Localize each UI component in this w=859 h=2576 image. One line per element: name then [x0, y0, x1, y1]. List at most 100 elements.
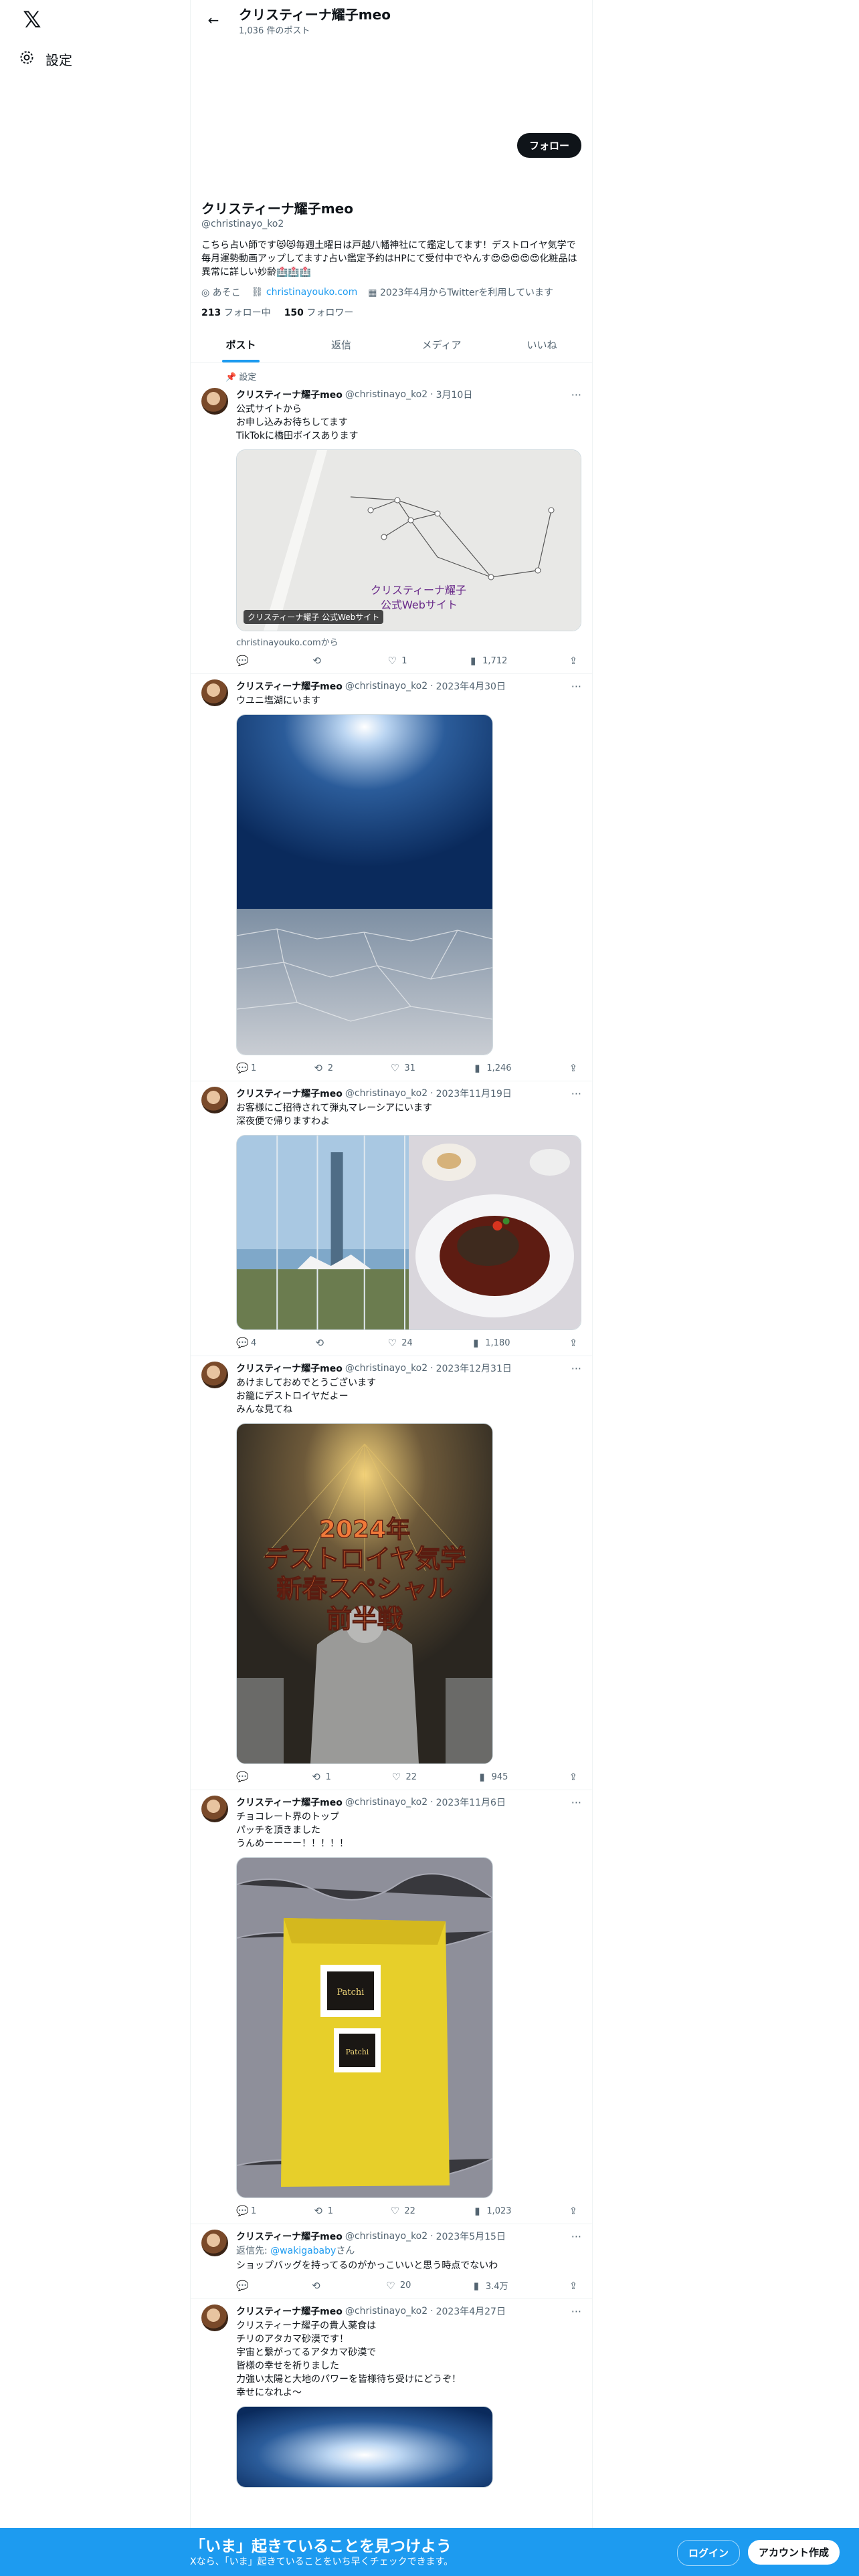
tweet-date[interactable]: 2023年12月31日: [436, 1362, 512, 1375]
tweet-photo[interactable]: Patchi Patchi: [236, 1857, 493, 2198]
views-button[interactable]: ▮ 945: [477, 1771, 508, 1783]
more-icon[interactable]: ···: [571, 2305, 581, 2318]
tweet[interactable]: クリスティーナ耀子meo @christinayo_ko2 · 3月10日 ··…: [191, 383, 592, 674]
link-card[interactable]: クリスティーナ耀子 公式Webサイト クリスティーナ耀子 公式Webサイト: [236, 449, 581, 631]
tweet-date[interactable]: 2023年5月15日: [436, 2230, 506, 2243]
building-photo[interactable]: [237, 1136, 409, 1329]
tweet[interactable]: クリスティーナ耀子meo @christinayo_ko2 · 2023年4月3…: [191, 674, 592, 1081]
tweet-date[interactable]: 2023年11月19日: [436, 1087, 512, 1100]
avatar[interactable]: [201, 1087, 228, 1113]
retweet-button[interactable]: ⟲: [310, 2279, 325, 2292]
tab-media[interactable]: メディア: [391, 327, 492, 362]
profile-info: フォロー クリスティーナ耀子meo @christinayo_ko2 こちら占い…: [191, 133, 592, 319]
reply-to-link[interactable]: @wakigababy: [270, 2246, 336, 2256]
tweet-author-name[interactable]: クリスティーナ耀子meo: [236, 679, 343, 693]
tweet-photo[interactable]: 2024年 デストロイヤ気学 新春スペシャル 前半戦: [236, 1423, 493, 1764]
like-button[interactable]: ♡ 22: [391, 1771, 417, 1783]
followers-link[interactable]: 150 フォロワー: [284, 306, 354, 319]
follow-button[interactable]: フォロー: [516, 133, 581, 158]
like-button[interactable]: ♡ 31: [389, 1062, 415, 1074]
reply-button[interactable]: 💬 1: [236, 1062, 256, 1074]
tweet-author-handle[interactable]: @christinayo_ko2: [345, 1797, 427, 1808]
share-button[interactable]: ⇪: [568, 655, 579, 667]
avatar[interactable]: [201, 679, 228, 706]
retweet-button[interactable]: ⟲: [312, 655, 326, 667]
tweet[interactable]: クリスティーナ耀子meo @christinayo_ko2 · 2023年11月…: [191, 1790, 592, 2224]
tweet-author-handle[interactable]: @christinayo_ko2: [345, 1088, 427, 1099]
more-icon[interactable]: ···: [571, 1796, 581, 1809]
back-arrow-icon[interactable]: ←: [201, 8, 225, 32]
tweet-author-handle[interactable]: @christinayo_ko2: [345, 2231, 427, 2242]
retweet-button[interactable]: ⟲ 1: [313, 2205, 333, 2217]
reply-button[interactable]: 💬: [236, 2279, 251, 2292]
reply-button[interactable]: 💬: [236, 1771, 251, 1783]
share-button[interactable]: ⇪: [568, 1062, 579, 1074]
tweet-text: クリスティーナ耀子の貴人薬食は チリのアタカマ砂漠です！ 宇宙と繋がってるアタカ…: [236, 2321, 461, 2398]
share-button[interactable]: ⇪: [568, 2205, 579, 2217]
tweet-date[interactable]: 3月10日: [436, 388, 473, 401]
poster-line-4: 前半戦: [326, 1604, 403, 1634]
like-button[interactable]: ♡ 1: [387, 655, 407, 667]
more-icon[interactable]: ···: [571, 680, 581, 693]
x-logo-icon[interactable]: 𝕏: [19, 7, 45, 33]
share-button[interactable]: ⇪: [568, 2279, 579, 2292]
tweet[interactable]: クリスティーナ耀子meo @christinayo_ko2 · 2023年12月…: [191, 1356, 592, 1790]
following-link[interactable]: 213 フォロー中: [201, 306, 271, 319]
avatar[interactable]: [201, 388, 228, 415]
tweet-author-name[interactable]: クリスティーナ耀子meo: [236, 1796, 343, 1809]
tweet-author-handle[interactable]: @christinayo_ko2: [345, 681, 427, 691]
more-icon[interactable]: ···: [571, 389, 581, 401]
tweet-date[interactable]: 2023年4月30日: [436, 679, 506, 693]
reply-button[interactable]: 💬 4: [236, 1337, 256, 1349]
tweet-author-handle[interactable]: @christinayo_ko2: [345, 1363, 427, 1374]
views-button[interactable]: ▮ 1,180: [470, 1337, 510, 1349]
sidebar-item-settings[interactable]: 設定: [19, 47, 72, 71]
views-button[interactable]: ▮ 1,023: [472, 2205, 511, 2217]
avatar[interactable]: [201, 2304, 228, 2331]
signup-button[interactable]: アカウント作成: [748, 2540, 840, 2565]
tweet-author-name[interactable]: クリスティーナ耀子meo: [236, 2304, 343, 2318]
share-button[interactable]: ⇪: [568, 1337, 579, 1349]
location-pin-icon: ◎: [201, 288, 210, 298]
dinner-photo[interactable]: [409, 1136, 581, 1329]
tab-likes[interactable]: いいね: [492, 327, 592, 362]
reply-button[interactable]: 💬 1: [236, 2205, 256, 2217]
retweet-button[interactable]: ⟲: [314, 1337, 329, 1349]
tweet-author-name[interactable]: クリスティーナ耀子meo: [236, 1362, 343, 1375]
tweet-photo[interactable]: [236, 714, 493, 1055]
tweet-author-name[interactable]: クリスティーナ耀子meo: [236, 388, 343, 401]
card-source[interactable]: christinayouko.comから: [236, 635, 581, 648]
tweet[interactable]: クリスティーナ耀子meo @christinayo_ko2 · 2023年5月1…: [191, 2224, 592, 2299]
like-button[interactable]: ♡ 22: [389, 2205, 415, 2217]
tweet-author-name[interactable]: クリスティーナ耀子meo: [236, 2230, 343, 2243]
tweet-date[interactable]: 2023年11月6日: [436, 1796, 506, 1809]
website-link[interactable]: christinayouko.com: [266, 287, 357, 298]
website-item[interactable]: ⛓ christinayouko.com: [252, 287, 358, 298]
login-button[interactable]: ログイン: [677, 2540, 741, 2566]
avatar[interactable]: [201, 1362, 228, 1388]
like-button[interactable]: ♡ 24: [387, 1337, 413, 1349]
retweet-button[interactable]: ⟲ 2: [313, 1062, 333, 1074]
views-button[interactable]: ▮ 3.4万: [471, 2279, 508, 2292]
reply-button[interactable]: 💬: [236, 655, 251, 667]
tweet[interactable]: クリスティーナ耀子meo @christinayo_ko2 · 2023年4月2…: [191, 2299, 592, 2494]
tweet-author-name[interactable]: クリスティーナ耀子meo: [236, 1087, 343, 1100]
more-icon[interactable]: ···: [571, 1362, 581, 1375]
tab-replies[interactable]: 返信: [291, 327, 391, 362]
tweet-author-handle[interactable]: @christinayo_ko2: [345, 389, 427, 400]
more-icon[interactable]: ···: [571, 1087, 581, 1100]
avatar[interactable]: [201, 1796, 228, 1822]
tab-posts[interactable]: ポスト: [191, 327, 291, 362]
views-button[interactable]: ▮ 1,246: [472, 1062, 511, 1074]
retweet-button[interactable]: ⟲ 1: [311, 1771, 331, 1783]
tweet-photo[interactable]: [236, 2406, 493, 2488]
retweet-count: 1: [327, 2206, 333, 2216]
avatar[interactable]: [201, 2230, 228, 2256]
tweet-author-handle[interactable]: @christinayo_ko2: [345, 2306, 427, 2317]
views-button[interactable]: ▮ 1,712: [468, 655, 507, 667]
tweet-date[interactable]: 2023年4月27日: [436, 2304, 506, 2318]
like-button[interactable]: ♡ 20: [385, 2279, 411, 2292]
more-icon[interactable]: ···: [571, 2230, 581, 2243]
share-button[interactable]: ⇪: [568, 1771, 579, 1783]
tweet[interactable]: クリスティーナ耀子meo @christinayo_ko2 · 2023年11月…: [191, 1081, 592, 1356]
